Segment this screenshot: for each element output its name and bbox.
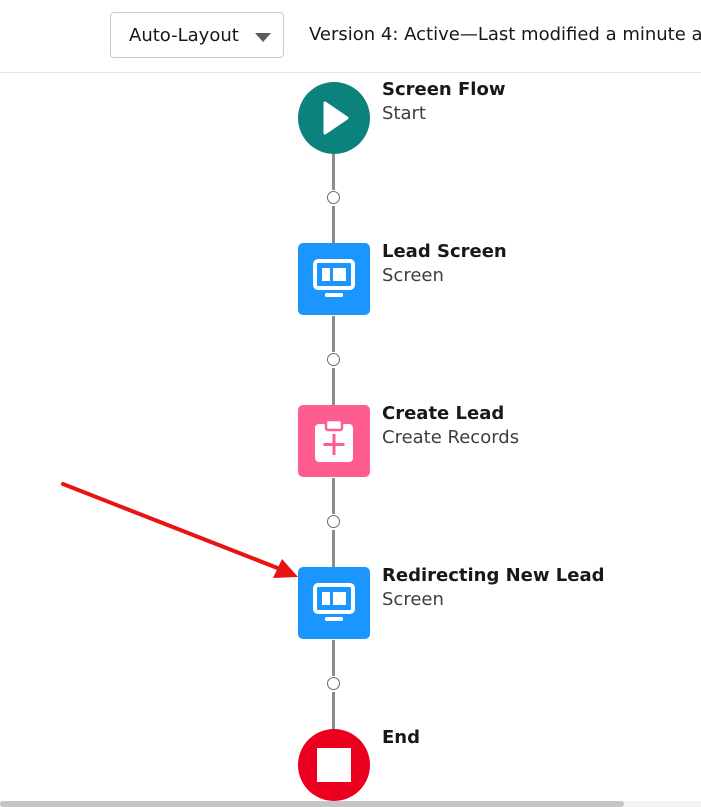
connector-line xyxy=(332,316,335,352)
connector-line xyxy=(332,154,335,190)
screen-node-redirecting-new-lead[interactable] xyxy=(298,567,370,639)
node-type-label: Create Records xyxy=(382,427,520,448)
add-element-button[interactable] xyxy=(327,515,340,528)
connector-line xyxy=(332,368,335,405)
stop-icon xyxy=(298,729,370,801)
version-status-text: Version 4: Active—Last modified a minute… xyxy=(309,24,701,45)
horizontal-scrollbar-thumb[interactable] xyxy=(0,801,624,807)
node-type-label: Screen xyxy=(382,265,444,286)
node-title: Lead Screen xyxy=(382,241,507,262)
node-type-label: Screen xyxy=(382,589,444,610)
play-icon xyxy=(298,82,370,154)
chevron-down-icon xyxy=(255,33,271,42)
record-create-icon xyxy=(298,405,370,477)
connector-line xyxy=(332,478,335,514)
layout-mode-select[interactable]: Auto-Layout xyxy=(110,12,284,58)
connector-line xyxy=(332,206,335,243)
node-title: Redirecting New Lead xyxy=(382,565,605,586)
add-element-button[interactable] xyxy=(327,353,340,366)
layout-mode-value: Auto-Layout xyxy=(129,25,239,46)
add-element-button[interactable] xyxy=(327,191,340,204)
start-node[interactable] xyxy=(298,82,370,154)
create-records-node-create-lead[interactable] xyxy=(298,405,370,477)
node-title: End xyxy=(382,727,420,748)
screen-node-lead-screen[interactable] xyxy=(298,243,370,315)
screen-icon xyxy=(298,243,370,315)
node-title: Screen Flow xyxy=(382,79,506,100)
connector-line xyxy=(332,530,335,567)
end-node[interactable] xyxy=(298,729,370,801)
connector-line xyxy=(332,692,335,729)
screen-icon xyxy=(298,567,370,639)
connector-line xyxy=(332,640,335,676)
node-type-label: Start xyxy=(382,103,426,124)
node-title: Create Lead xyxy=(382,403,505,424)
add-element-button[interactable] xyxy=(327,677,340,690)
flow-builder-toolbar: Auto-Layout Version 4: Active—Last modif… xyxy=(0,0,701,73)
